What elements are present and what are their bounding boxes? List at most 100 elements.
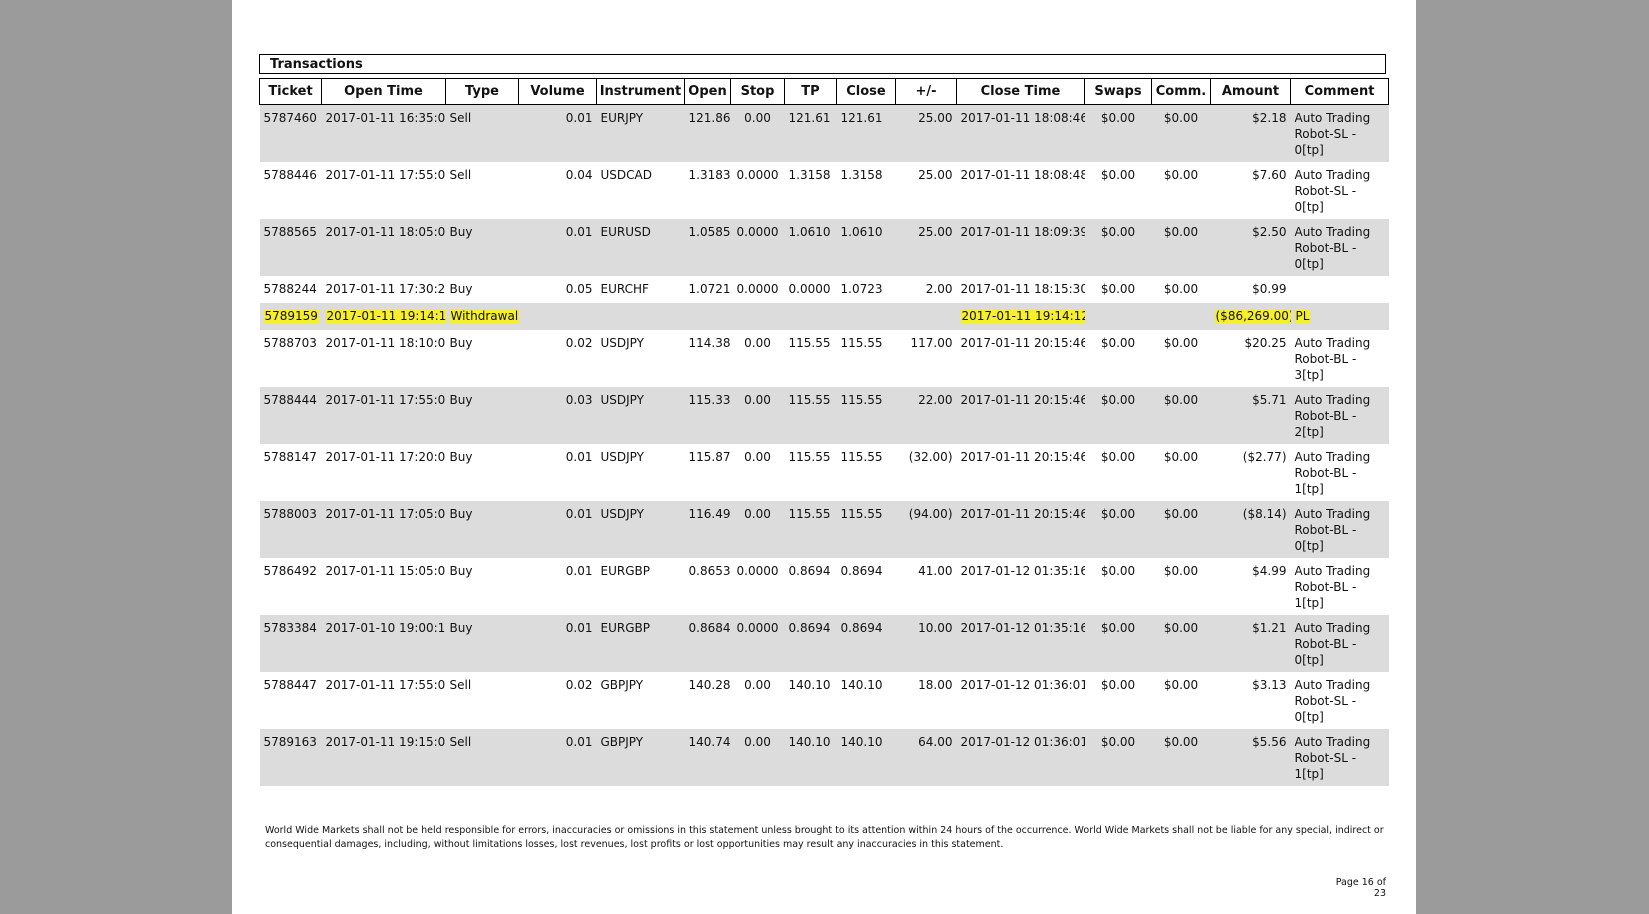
cell-close: [836, 302, 896, 330]
cell-comment: Auto Trading Robot-SL - 0[tp]: [1294, 677, 1371, 724]
column-header-type: Type: [445, 78, 519, 105]
cell-ticket: 5786492: [263, 563, 317, 578]
cell-open-time: 2017-01-11 15:05:01: [325, 563, 446, 578]
cell-stop: 0.0000: [736, 563, 779, 578]
cell-close-time: 2017-01-11 19:14:12: [956, 302, 1085, 330]
cell-stop: 0.0000: [736, 281, 779, 296]
cell-pl: (32.00): [908, 449, 953, 464]
column-header-close-time: Close Time: [956, 78, 1085, 105]
cell-comment: Auto Trading Robot-SL - 0[tp]: [1290, 104, 1389, 162]
column-header-comment: Comment: [1290, 78, 1389, 105]
cell-instrument: USDJPY: [596, 500, 685, 558]
cell-type: Buy: [449, 281, 473, 296]
cell-comm: [1151, 302, 1211, 330]
cell-swaps: $0.00: [1100, 167, 1136, 182]
cell-volume: 0.02: [565, 677, 593, 692]
cell-type: Buy: [445, 500, 519, 558]
cell-close: 0.8694: [840, 563, 883, 578]
cell-volume: 0.01: [518, 218, 597, 276]
cell-close-time: 2017-01-12 01:35:16: [956, 614, 1085, 672]
cell-open: 1.3183: [688, 167, 731, 182]
cell-instrument: USDJPY: [596, 386, 685, 444]
highlight-mark: PL: [1294, 308, 1311, 323]
column-header-open: Open: [684, 78, 731, 105]
cell-comm: $0.00: [1151, 218, 1211, 276]
section-title: Transactions: [259, 54, 1386, 74]
table-row: 5786492 2017-01-11 15:05:01 Buy 0.01 EURGBP 0…: [260, 558, 1389, 615]
cell-comment: Auto Trading Robot-BL - 0[tp]: [1290, 614, 1389, 672]
cell-type: Withdrawal: [445, 302, 519, 330]
cell-stop: 0.00: [730, 386, 785, 444]
cell-tp: 140.10: [788, 677, 831, 692]
cell-close: 1.0610: [836, 218, 896, 276]
cell-tp: 115.55: [788, 449, 831, 464]
cell-ticket: 5788003: [259, 500, 322, 558]
cell-ticket: 5783384: [259, 614, 322, 672]
cell-volume: [518, 302, 597, 330]
column-header-instrument: Instrument: [596, 78, 685, 105]
cell-close-time: 2017-01-11 20:15:46: [956, 500, 1085, 558]
cell-stop: 0.00: [730, 104, 785, 162]
cell-amount: $5.71: [1210, 386, 1291, 444]
cell-instrument: [596, 302, 685, 330]
cell-close-time: 2017-01-11 20:15:46: [956, 386, 1085, 444]
cell-volume: 0.05: [565, 281, 593, 296]
table-row: 5788147 2017-01-11 17:20:02 Buy 0.01 USDJPY 1…: [260, 444, 1389, 501]
cell-swaps: $0.00: [1100, 449, 1136, 464]
cell-instrument: EURGBP: [600, 563, 650, 578]
cell-comment: [1291, 276, 1389, 303]
cell-ticket: 5787460: [259, 104, 322, 162]
cell-close: 115.55: [840, 335, 883, 350]
cell-open: 140.74: [684, 728, 731, 786]
cell-type: Sell: [449, 167, 472, 182]
cell-open-time: 2017-01-11 18:10:03: [325, 335, 446, 350]
highlight-mark: 2017-01-11 19:14:12: [325, 308, 446, 323]
table-row: 5788244 2017-01-11 17:30:28 Buy 0.05 EURCHF 1…: [260, 276, 1389, 303]
cell-comment: Auto Trading Robot-BL - 1[tp]: [1294, 449, 1371, 496]
cell-stop: 0.00: [744, 677, 771, 692]
cell-volume: 0.02: [565, 335, 593, 350]
cell-close: 140.10: [840, 677, 883, 692]
cell-amount: $2.18: [1210, 104, 1291, 162]
cell-comment: Auto Trading Robot-BL - 2[tp]: [1290, 386, 1389, 444]
cell-pl: 25.00: [918, 167, 953, 182]
cell-pl: 22.00: [895, 386, 957, 444]
cell-close: 1.0723: [840, 281, 883, 296]
cell-close-time: 2017-01-12 01:35:16: [960, 563, 1085, 578]
cell-stop: 0.00: [730, 500, 785, 558]
cell-ticket: 5789163: [259, 728, 322, 786]
cell-amount: $5.56: [1210, 728, 1291, 786]
highlight-mark: 5789159: [263, 308, 319, 323]
cell-comm: $0.00: [1163, 167, 1199, 182]
cell-swaps: $0.00: [1100, 563, 1136, 578]
cell-type: Sell: [449, 677, 472, 692]
cell-open-time: 2017-01-11 16:35:03: [321, 104, 446, 162]
cell-comment: Auto Trading Robot-SL - 0[tp]: [1294, 167, 1371, 214]
cell-comment: Auto Trading Robot-BL - 3[tp]: [1294, 335, 1371, 382]
cell-amount: ($86,269.00): [1210, 302, 1291, 330]
cell-ticket: 5788703: [263, 335, 317, 350]
table-row: 5788003 2017-01-11 17:05:03 Buy 0.01 USDJPY 1…: [259, 500, 1389, 558]
cell-open-time: 2017-01-11 18:05:02: [321, 218, 446, 276]
cell-close-time: 2017-01-12 01:36:01: [960, 677, 1085, 692]
cell-comment: PL: [1290, 302, 1389, 330]
cell-tp: 140.10: [784, 728, 837, 786]
cell-close: 1.3158: [840, 167, 883, 182]
cell-instrument: USDJPY: [600, 335, 644, 350]
cell-tp: 1.3158: [788, 167, 831, 182]
cell-ticket: 5789159: [259, 302, 322, 330]
cell-instrument: GBPJPY: [600, 677, 644, 692]
table-row: 5783384 2017-01-10 19:00:17 Buy 0.01 EURGBP 0…: [259, 614, 1389, 672]
cell-comm: $0.00: [1151, 104, 1211, 162]
cell-close-time: 2017-01-11 18:15:30: [960, 281, 1085, 296]
transactions-section: Transactions Ticket Open Time Type Volum…: [259, 54, 1389, 786]
cell-comm: $0.00: [1163, 677, 1199, 692]
cell-close-time: 2017-01-11 18:08:46: [956, 104, 1085, 162]
cell-volume: 0.01: [518, 728, 597, 786]
cell-open: 114.38: [688, 335, 731, 350]
column-header-stop: Stop: [730, 78, 785, 105]
cell-type: Buy: [445, 218, 519, 276]
cell-open: [684, 302, 731, 330]
cell-swaps: [1084, 302, 1152, 330]
cell-swaps: $0.00: [1100, 677, 1136, 692]
